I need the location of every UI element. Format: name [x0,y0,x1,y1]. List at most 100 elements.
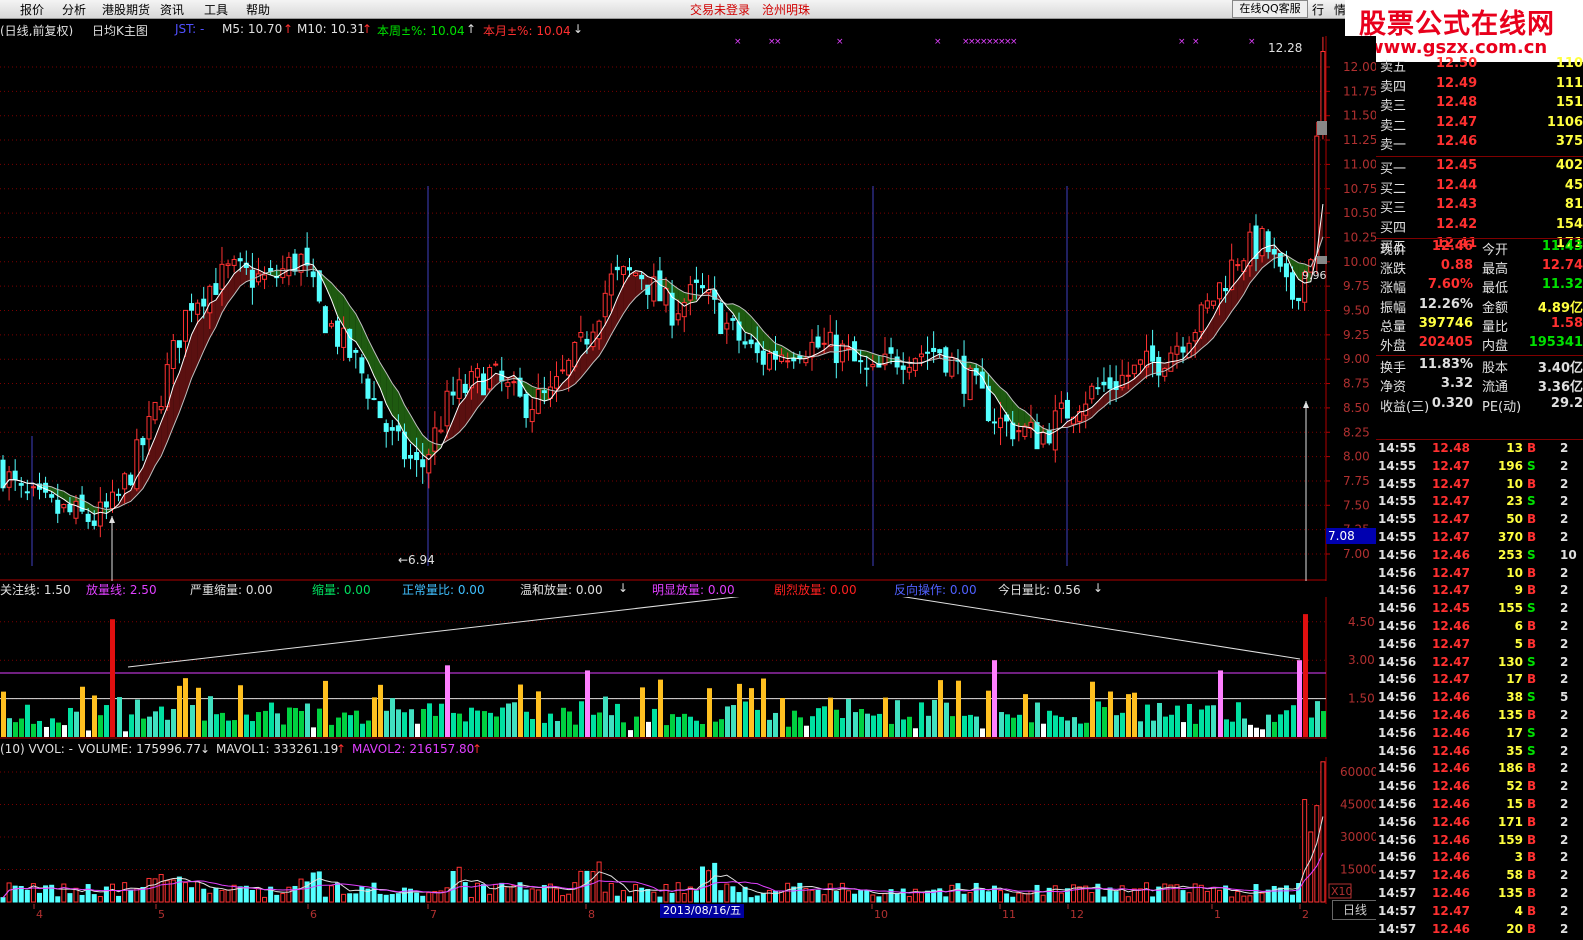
candle-body [609,274,613,295]
candle-body [761,351,765,364]
volume-ratio-bar [573,725,578,737]
volume-bar [865,891,869,902]
volume-ratio-bar [621,722,626,737]
tick-side: B [1527,619,1536,633]
volume-ratio-bar [992,660,997,737]
volume-ratio-bar [1175,706,1180,737]
tick-volume: 58 [1506,868,1523,882]
volume-bar [323,897,327,902]
price-axis-label: 8.25 [1343,425,1370,439]
candle-body [530,410,534,422]
volume-ratio-bar [25,705,30,737]
tick-volume: 155 [1498,601,1523,615]
trade-status[interactable]: 交易未登录 [690,1,750,18]
volume-bar [555,889,559,902]
candle-body [384,424,388,432]
volume-ratio-bar [98,715,103,737]
tick-price: 12.47 [1432,494,1470,508]
candle-body [792,359,796,361]
volume-ratio-bar [755,710,760,737]
order-price: 12.47 [1436,115,1477,130]
candle-body [1023,426,1027,436]
candle-body [1236,265,1240,266]
candle-body [396,426,400,431]
volume-ratio-bar [31,724,36,737]
candlestick-chart[interactable]: 12.0011.7511.5011.2511.0010.7510.5010.25… [0,36,1376,581]
volume-bar [348,894,352,902]
volume-ratio-bar [731,705,736,737]
tick-count: 2 [1560,530,1568,544]
volume-arrow: ↓ [200,742,210,756]
volume-ratio-bar [804,726,809,737]
volume-bar [1053,886,1057,902]
quote-tab-button[interactable]: 行 [1312,1,1324,18]
volume-ratio-bar [518,685,523,737]
candle-body [1102,382,1106,384]
volume-ratio-bar [1078,724,1083,737]
candle-body [220,264,224,289]
qq-service-button[interactable]: 在线QQ客服 [1232,0,1308,18]
volume-ratio-bar [263,711,268,737]
candle-body [1297,298,1301,300]
volume-ratio-bar [640,687,645,737]
tick-price: 12.46 [1432,868,1470,882]
tick-count: 2 [1560,512,1568,526]
price-axis-label: 10.75 [1343,182,1376,196]
period-switch-button[interactable]: 日线 [1332,900,1378,920]
menu-item-quote[interactable]: 报价 [20,1,44,18]
candle-body [190,304,194,311]
tick-time: 14:56 [1378,619,1416,633]
volume-bar [652,892,656,902]
volume-bar [1218,890,1222,902]
volume-bar [86,885,90,902]
volume-chart[interactable]: 60000450003000015000X10 [0,757,1376,904]
tick-time: 14:56 [1378,637,1416,651]
tick-time: 14:55 [1378,494,1416,508]
candle-body [506,383,510,387]
volume-ratio-bar [1266,715,1271,737]
order-volume: 111 [1556,76,1583,91]
mavol1-arrow: ↑ [336,742,346,756]
candle-body [634,273,638,275]
quote-row: 涨幅7.60%最低11.32 [1376,277,1583,296]
candle-body [311,272,315,277]
volume-ratio-bar [1169,715,1174,737]
menu-item-news[interactable]: 资讯 [160,1,184,18]
menu-item-tools[interactable]: 工具 [204,1,228,18]
tick-count: 2 [1560,922,1568,936]
indicator-axis-label: 3.00 [1348,653,1375,667]
jst-value: JST: - [175,22,204,36]
candle-body [463,384,467,392]
tick-price: 12.46 [1432,850,1470,864]
candle-body [1108,378,1112,389]
volume-ratio-indicator[interactable]: 4.503.001.50 [0,597,1376,739]
volume-ratio-bar [226,721,231,737]
menu-item-analysis[interactable]: 分析 [62,1,86,18]
tick-price: 12.46 [1432,548,1470,562]
menu-item-hk-futures[interactable]: 港股期货 [102,1,150,18]
volume-ratio-bar [342,713,347,737]
tick-count: 2 [1560,566,1568,580]
order-price: 12.46 [1436,134,1477,149]
volume-ratio-bar [682,714,687,737]
order-volume: 154 [1556,217,1583,232]
volume-bar [299,879,303,902]
quote-row: 换手11.83%股本3.40亿 [1376,357,1583,376]
tick-row: 14:5612.46171B2 [1376,815,1583,833]
tick-price: 12.47 [1432,904,1470,918]
tick-time: 14:56 [1378,744,1416,758]
tick-side: S [1527,690,1536,704]
quote-label-2: 量比 [1482,316,1508,335]
candle-body [415,453,419,460]
candle-body [287,257,291,275]
tick-time: 14:55 [1378,459,1416,473]
tick-count: 2 [1560,815,1568,829]
date-label: 2 [1302,908,1309,921]
price-axis-label: 8.75 [1343,377,1370,391]
tick-row: 14:5512.4710B2 [1376,477,1583,495]
volume-bar [895,894,899,902]
tick-volume: 10 [1506,477,1523,491]
candle-body [92,521,96,525]
menu-item-help[interactable]: 帮助 [246,1,270,18]
tick-side: B [1527,441,1536,455]
